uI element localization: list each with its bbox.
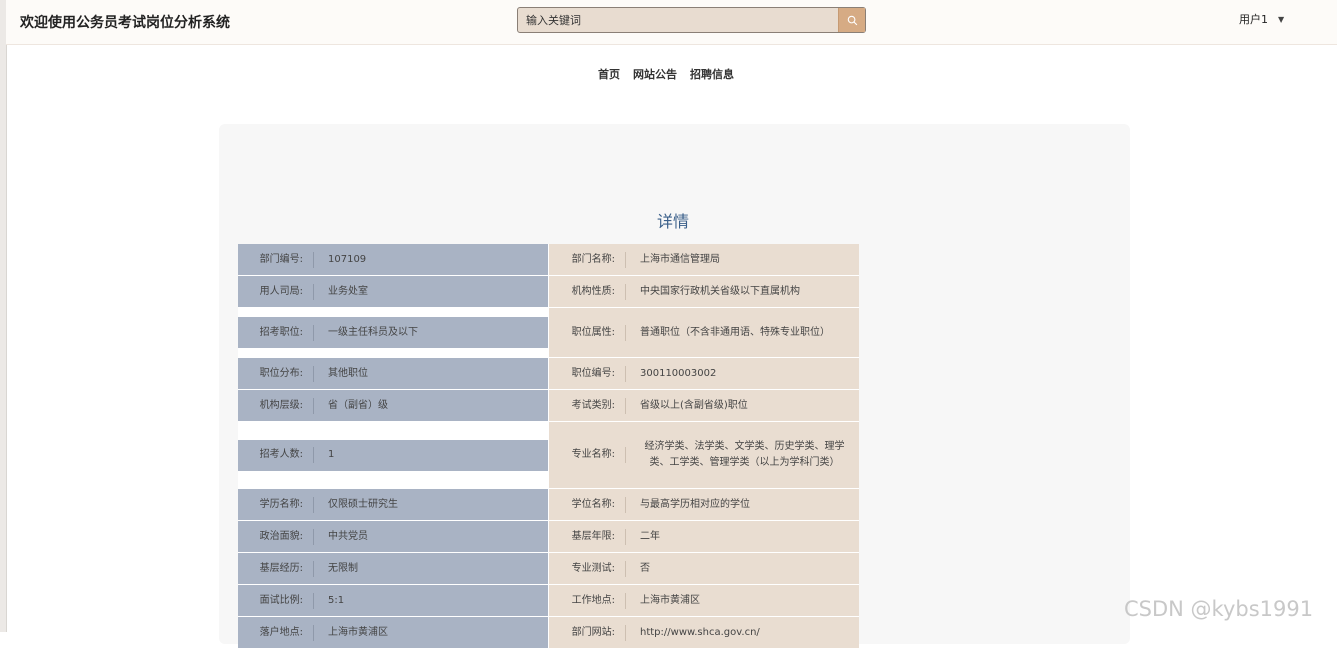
field-value: 107109 [328,253,367,265]
field-label: 招考人数: [248,447,314,463]
field-value: http://www.shca.gov.cn/ [640,626,760,638]
field-value: 省（副省）级 [328,399,388,411]
field-value: 二年 [640,530,660,542]
detail-row: 落户地点: 上海市黄浦区 部门网站: http://www.shca.gov.cn/ [238,617,859,649]
detail-table: 部门编号: 107109 部门名称: 上海市通信管理局用人司局: 业务处室 机构性质: 中央… [238,244,859,649]
detail-row: 政治面貌: 中共党员 基层年限: 二年 [238,521,859,553]
detail-cell-right: 考试类别: 省级以上(含副省级)职位 [549,390,859,421]
detail-cell-right: 职位属性: 普通职位（不含非通用语、特殊专业职位） [549,308,859,357]
detail-cell-right: 部门名称: 上海市通信管理局 [549,244,859,275]
detail-cell-right: 基层年限: 二年 [549,521,859,552]
app-title: 欢迎使用公务员考试岗位分析系统 [20,15,230,31]
field-value: 300110003002 [640,367,717,379]
field-value: 与最高学历相对应的学位 [640,498,750,510]
field-value: 省级以上(含副省级)职位 [640,399,748,411]
detail-row: 招考人数: 1 专业名称: 经济学类、法学类、文学类、历史学类、理学类、工学类、管理学… [238,422,859,489]
detail-cell-left: 部门编号: 107109 [238,244,548,275]
search-icon [847,15,857,25]
detail-cell-left: 招考人数: 1 [238,439,548,471]
field-value: 仅限硕士研究生 [328,498,398,510]
field-label: 面试比例: [248,592,314,609]
watermark: CSDN @kybs1991 [1124,597,1314,621]
field-value: 中央国家行政机关省级以下直属机构 [640,285,800,297]
detail-row: 用人司局: 业务处室 机构性质: 中央国家行政机关省级以下直属机构 [238,276,859,308]
field-label: 招考职位: [248,324,314,341]
window-edge [0,0,7,632]
field-label: 学历名称: [248,496,314,513]
detail-title: 详情 [657,212,690,231]
field-value: 上海市黄浦区 [640,594,700,606]
detail-cell-left: 机构层级: 省（副省）级 [238,390,548,421]
field-value: 上海市黄浦区 [328,626,388,638]
detail-cell-left: 用人司局: 业务处室 [238,276,548,307]
nav-item-home[interactable]: 首页 [598,66,620,82]
search-input[interactable] [518,8,846,32]
field-value: 上海市通信管理局 [640,253,720,265]
field-label: 专业测试: [549,560,626,577]
detail-cell-left: 招考职位: 一级主任科员及以下 [238,317,548,348]
detail-row: 面试比例: 5:1 工作地点: 上海市黄浦区 [238,585,859,617]
field-label: 用人司局: [248,283,314,300]
field-label: 机构性质: [549,283,626,300]
detail-cell-left: 政治面貌: 中共党员 [238,521,548,552]
user-name: 用户1 [1239,13,1268,26]
detail-row: 机构层级: 省（副省）级 考试类别: 省级以上(含副省级)职位 [238,390,859,422]
main-nav: 首页 网站公告 招聘信息 [598,66,734,82]
field-value: 中共党员 [328,530,368,542]
detail-cell-right: 机构性质: 中央国家行政机关省级以下直属机构 [549,276,859,307]
field-value: 业务处室 [328,285,368,297]
field-label: 职位编号: [549,365,626,382]
detail-cell-right: 专业测试: 否 [549,553,859,584]
field-label: 职位属性: [549,324,626,341]
nav-item-recruitment[interactable]: 招聘信息 [690,66,734,82]
user-menu[interactable]: 用户1 ▼ [1239,11,1284,27]
field-label: 政治面貌: [248,528,314,545]
detail-row: 基层经历: 无限制 专业测试: 否 [238,553,859,585]
field-label: 职位分布: [248,365,314,382]
field-label: 落户地点: [248,624,314,641]
field-label: 部门编号: [248,251,314,268]
field-label: 部门名称: [549,251,626,268]
field-label: 机构层级: [248,397,314,414]
field-value: 5:1 [328,594,345,606]
field-label: 学位名称: [549,496,626,513]
search-box [517,7,866,33]
field-label: 考试类别: [549,397,626,414]
field-label: 基层经历: [248,560,314,577]
detail-cell-left: 职位分布: 其他职位 [238,358,548,389]
detail-cell-right: 专业名称: 经济学类、法学类、文学类、历史学类、理学类、工学类、管理学类（以上为学… [549,422,859,488]
detail-cell-right: 职位编号: 300110003002 [549,358,859,389]
field-value: 其他职位 [328,367,368,379]
field-value: 一级主任科员及以下 [328,326,418,338]
detail-cell-left: 基层经历: 无限制 [238,553,548,584]
detail-cell-right: 部门网站: http://www.shca.gov.cn/ [549,617,859,648]
field-value: 普通职位（不含非通用语、特殊专业职位） [640,326,830,338]
field-label: 专业名称: [549,447,626,463]
detail-row: 部门编号: 107109 部门名称: 上海市通信管理局 [238,244,859,276]
detail-row: 学历名称: 仅限硕士研究生 学位名称: 与最高学历相对应的学位 [238,489,859,521]
detail-cell-left: 学历名称: 仅限硕士研究生 [238,489,548,520]
field-value: 1 [328,449,335,460]
field-value: 无限制 [328,562,358,574]
detail-cell-left: 面试比例: 5:1 [238,585,548,616]
field-value: 否 [640,562,650,574]
detail-cell-right: 工作地点: 上海市黄浦区 [549,585,859,616]
detail-row: 招考职位: 一级主任科员及以下 职位属性: 普通职位（不含非通用语、特殊专业职位） [238,308,859,358]
chevron-down-icon: ▼ [1278,14,1285,24]
field-label: 部门网站: [549,624,626,641]
top-bar: 欢迎使用公务员考试岗位分析系统 用户1 ▼ [6,0,1337,45]
search-button[interactable] [838,8,865,32]
field-label: 工作地点: [549,592,626,609]
detail-cell-left: 落户地点: 上海市黄浦区 [238,617,548,648]
detail-cell-right: 学位名称: 与最高学历相对应的学位 [549,489,859,520]
field-label: 基层年限: [549,528,626,545]
detail-row: 职位分布: 其他职位 职位编号: 300110003002 [238,358,859,390]
nav-item-announcements[interactable]: 网站公告 [633,66,677,82]
field-value: 经济学类、法学类、文学类、历史学类、理学类、工学类、管理学类（以上为学科门类） [644,441,845,468]
